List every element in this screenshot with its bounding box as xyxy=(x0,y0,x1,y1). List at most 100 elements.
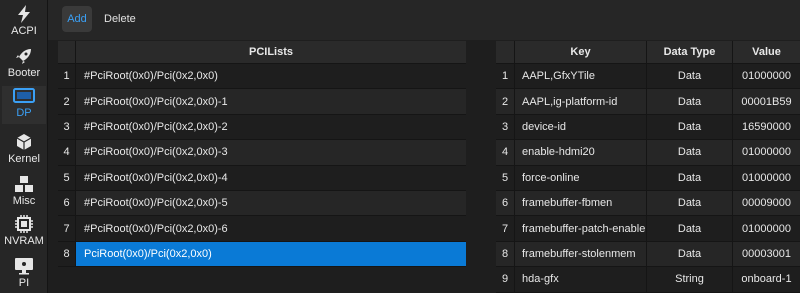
sidebar: ACPI Booter DP Kernel Misc NVRAM PI xyxy=(0,0,48,293)
value-cell[interactable]: 00003001 xyxy=(732,241,800,267)
key-cell[interactable]: framebuffer-stolenmem xyxy=(514,241,646,267)
table-row[interactable]: 2 #PciRoot(0x0)/Pci(0x2,0x0)-1 xyxy=(58,89,466,115)
pci-path-cell[interactable]: #PciRoot(0x0)/Pci(0x2,0x0)-6 xyxy=(76,216,466,240)
main-panel: Add Delete PCILists 1 #PciRoot(0x0)/Pci(0… xyxy=(48,0,800,293)
add-button[interactable]: Add xyxy=(62,6,92,32)
key-cell[interactable]: AAPL,ig-platform-id xyxy=(514,89,646,114)
row-number: 9 xyxy=(501,273,509,286)
pci-path-cell[interactable]: PciRoot(0x0)/Pci(0x2,0x0) xyxy=(76,241,466,267)
value-cell[interactable]: 16590000 xyxy=(732,114,800,140)
data-type-cell[interactable]: Data xyxy=(646,190,732,216)
sidebar-item-booter[interactable]: Booter xyxy=(2,46,46,84)
row-number: 6 xyxy=(501,197,509,210)
row-number-header xyxy=(496,41,514,64)
sidebar-item-label: ACPI xyxy=(11,25,37,37)
data-type-cell[interactable]: Data xyxy=(646,140,732,165)
row-number: 8 xyxy=(501,247,509,260)
value-cell[interactable]: 01000000 xyxy=(732,64,800,89)
sidebar-item-pi[interactable]: PI xyxy=(2,256,46,293)
pcilists-column-header[interactable]: PCILists xyxy=(76,41,466,64)
row-number: 7 xyxy=(58,216,76,241)
row-number: 4 xyxy=(501,146,509,159)
sidebar-item-acpi[interactable]: ACPI xyxy=(2,4,46,42)
sidebar-item-label: Misc xyxy=(12,195,36,207)
table-row[interactable]: 7 framebuffer-patch-enable Data 01000000 xyxy=(496,216,800,242)
cube-icon xyxy=(13,132,35,152)
table-row[interactable]: 1 #PciRoot(0x0)/Pci(0x2,0x0) xyxy=(58,64,466,90)
key-cell[interactable]: AAPL,GfxYTile xyxy=(514,64,646,89)
table-header: Key Data Type Value xyxy=(496,41,800,64)
monitor-icon xyxy=(13,256,35,276)
cubes-icon xyxy=(13,174,35,194)
sidebar-item-misc[interactable]: Misc xyxy=(2,174,46,212)
key-cell[interactable]: framebuffer-fbmen xyxy=(514,190,646,216)
pci-path-cell[interactable]: #PciRoot(0x0)/Pci(0x2,0x0)-3 xyxy=(76,140,466,164)
data-type-cell[interactable]: Data xyxy=(646,114,732,140)
data-type-cell[interactable]: Data xyxy=(646,89,732,114)
row-number: 5 xyxy=(501,171,509,184)
pci-path-cell[interactable]: #PciRoot(0x0)/Pci(0x2,0x0) xyxy=(76,64,466,88)
properties-rows: 1 AAPL,GfxYTile Data 01000000 2 AAPL,ig-platf… xyxy=(496,64,800,293)
data-type-cell[interactable]: Data xyxy=(646,165,732,190)
table-row[interactable]: 6 #PciRoot(0x0)/Pci(0x2,0x0)-5 xyxy=(58,190,466,217)
sidebar-item-label: Kernel xyxy=(8,153,40,165)
key-column-header[interactable]: Key xyxy=(514,41,646,64)
chip-icon xyxy=(13,214,35,234)
sidebar-item-label: DP xyxy=(16,107,32,119)
table-row[interactable]: 5 force-online Data 01000000 xyxy=(496,165,800,191)
value-cell[interactable]: 01000000 xyxy=(732,165,800,190)
pci-path-cell[interactable]: #PciRoot(0x0)/Pci(0x2,0x0)-2 xyxy=(76,115,466,139)
data-type-cell[interactable]: Data xyxy=(646,64,732,89)
value-cell[interactable]: 00001B59 xyxy=(732,89,800,114)
key-cell[interactable]: hda-gfx xyxy=(514,267,646,292)
data-type-cell[interactable]: String xyxy=(646,267,732,292)
pci-list-table: PCILists 1 #PciRoot(0x0)/Pci(0x2,0x0) 2 #Pc… xyxy=(58,41,466,268)
row-number-header xyxy=(58,41,76,64)
table-row[interactable]: 8 framebuffer-stolenmem Data 00003001 xyxy=(496,241,800,268)
row-number: 8 xyxy=(58,241,76,267)
table-row[interactable]: 4 enable-hdmi20 Data 01000000 xyxy=(496,140,800,166)
table-header: PCILists xyxy=(58,41,466,64)
sidebar-item-label: PI xyxy=(18,277,30,289)
sidebar-item-dp[interactable]: DP xyxy=(2,86,46,124)
table-row[interactable]: 9 hda-gfx String onboard-1 xyxy=(496,267,800,293)
key-cell[interactable]: enable-hdmi20 xyxy=(514,140,646,165)
value-cell[interactable]: onboard-1 xyxy=(732,267,800,292)
toolbar: Add Delete xyxy=(48,0,800,40)
table-row[interactable]: 4 #PciRoot(0x0)/Pci(0x2,0x0)-3 xyxy=(58,140,466,166)
key-cell[interactable]: force-online xyxy=(514,165,646,190)
key-cell[interactable]: device-id xyxy=(514,114,646,140)
row-number: 3 xyxy=(501,120,509,133)
row-number: 6 xyxy=(58,190,76,216)
table-row[interactable]: 3 #PciRoot(0x0)/Pci(0x2,0x0)-2 xyxy=(58,114,466,141)
table-row[interactable]: 6 framebuffer-fbmen Data 00009000 xyxy=(496,190,800,217)
pci-path-cell[interactable]: #PciRoot(0x0)/Pci(0x2,0x0)-1 xyxy=(76,89,466,113)
sidebar-item-nvram[interactable]: NVRAM xyxy=(2,214,46,252)
lightning-icon xyxy=(13,4,35,24)
table-row[interactable]: 1 AAPL,GfxYTile Data 01000000 xyxy=(496,64,800,90)
row-number: 2 xyxy=(58,89,76,114)
delete-button[interactable]: Delete xyxy=(98,6,142,32)
value-cell[interactable]: 00009000 xyxy=(732,190,800,216)
row-number: 2 xyxy=(501,95,509,108)
sidebar-item-label: NVRAM xyxy=(4,235,44,247)
pci-path-cell[interactable]: #PciRoot(0x0)/Pci(0x2,0x0)-4 xyxy=(76,166,466,190)
row-number: 4 xyxy=(58,140,76,165)
sidebar-item-kernel[interactable]: Kernel xyxy=(2,132,46,170)
value-cell[interactable]: 01000000 xyxy=(732,216,800,241)
table-divider xyxy=(466,41,496,293)
table-row[interactable]: 3 device-id Data 16590000 xyxy=(496,114,800,141)
table-row[interactable]: 5 #PciRoot(0x0)/Pci(0x2,0x0)-4 xyxy=(58,165,466,191)
properties-table: Key Data Type Value 1 AAPL,GfxYTile Data 01… xyxy=(496,41,800,293)
data-type-cell[interactable]: Data xyxy=(646,241,732,267)
data-type-cell[interactable]: Data xyxy=(646,216,732,241)
value-cell[interactable]: 01000000 xyxy=(732,140,800,165)
row-number: 5 xyxy=(58,165,76,190)
data-type-column-header[interactable]: Data Type xyxy=(646,41,732,64)
key-cell[interactable]: framebuffer-patch-enable xyxy=(514,216,646,241)
table-row[interactable]: 2 AAPL,ig-platform-id Data 00001B59 xyxy=(496,89,800,115)
table-row[interactable]: 7 #PciRoot(0x0)/Pci(0x2,0x0)-6 xyxy=(58,216,466,242)
value-column-header[interactable]: Value xyxy=(732,41,800,64)
pci-path-cell[interactable]: #PciRoot(0x0)/Pci(0x2,0x0)-5 xyxy=(76,191,466,215)
table-row[interactable]: 8 PciRoot(0x0)/Pci(0x2,0x0) xyxy=(58,241,466,268)
